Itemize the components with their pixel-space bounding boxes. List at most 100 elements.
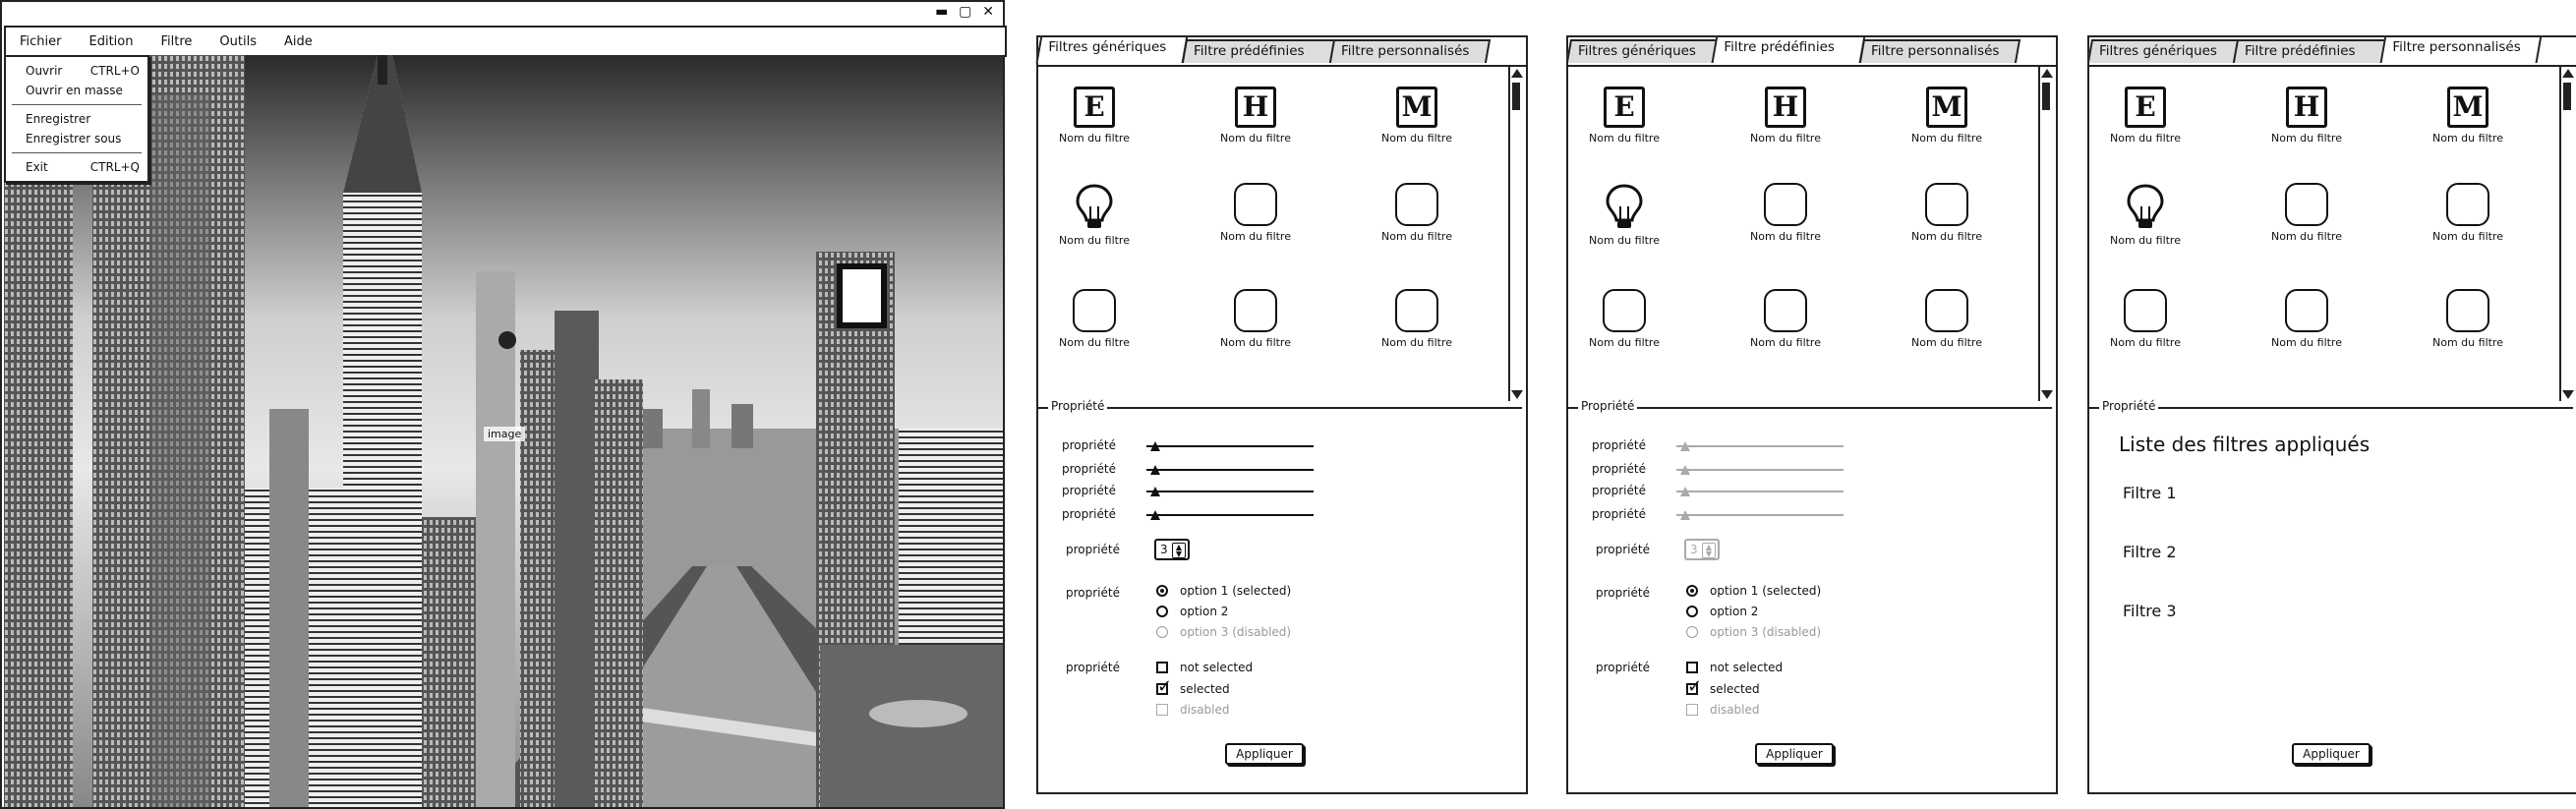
radio-option[interactable]: option 2 [1156, 605, 1228, 618]
filter-tile[interactable]: Nom du filtre [2091, 289, 2199, 349]
property-slider[interactable] [1676, 508, 1844, 522]
menu-exit[interactable]: Exit CTRL+Q [6, 157, 147, 177]
slider-knob[interactable] [1680, 487, 1690, 496]
slider-knob[interactable] [1680, 441, 1690, 451]
filter-tile[interactable]: Nom du filtre [1893, 183, 2001, 243]
tab-1[interactable]: Filtre prédéfinies [2232, 39, 2387, 63]
property-slider[interactable] [1146, 485, 1314, 498]
property-slider[interactable] [1146, 439, 1314, 453]
menu-edition[interactable]: Edition [76, 34, 147, 49]
filter-tile[interactable]: Nom du filtre [2414, 183, 2522, 243]
menu-open-batch[interactable]: Ouvrir en masse [6, 81, 147, 100]
slider-knob[interactable] [1680, 465, 1690, 475]
filter-scrollbar[interactable] [1508, 65, 1526, 401]
numeric-stepper[interactable]: 3 ▲ ▼ [1684, 539, 1720, 560]
scroll-up-arrow-icon[interactable] [2562, 69, 2574, 78]
filter-tile[interactable]: Nom du filtre [2253, 289, 2361, 349]
scroll-down-arrow-icon[interactable] [2041, 390, 2053, 399]
scroll-up-arrow-icon[interactable] [2041, 69, 2053, 78]
radio-button[interactable] [1686, 606, 1698, 617]
radio-button[interactable] [1156, 606, 1168, 617]
filter-scrollbar[interactable] [2559, 65, 2576, 401]
property-slider[interactable] [1676, 463, 1844, 477]
scroll-down-arrow-icon[interactable] [2562, 390, 2574, 399]
checkbox-option[interactable]: not selected [1686, 661, 1783, 674]
radio-option[interactable]: option 1 (selected) [1686, 584, 1821, 598]
checkbox-option[interactable]: selected [1156, 676, 1230, 697]
apply-button[interactable]: Appliquer [1225, 743, 1304, 765]
slider-knob[interactable] [1150, 441, 1160, 451]
stepper-arrows-icon[interactable]: ▲ ▼ [1702, 543, 1716, 558]
scroll-up-arrow-icon[interactable] [1511, 69, 1523, 78]
menu-aide[interactable]: Aide [270, 34, 326, 49]
property-slider[interactable] [1676, 485, 1844, 498]
slider-knob[interactable] [1150, 510, 1160, 520]
filter-tile[interactable]: Nom du filtre [2091, 183, 2199, 247]
radio-option[interactable]: option 1 (selected) [1156, 584, 1291, 598]
image-canvas[interactable]: image [4, 55, 1003, 807]
filter-tile[interactable]: Nom du filtre [1201, 289, 1310, 349]
menu-fichier[interactable]: Fichier [6, 34, 76, 49]
filter-tile[interactable]: Nom du filtre [1731, 289, 1840, 349]
checkbox-option[interactable]: not selected [1156, 661, 1253, 674]
filter-tile[interactable]: Nom du filtre [1363, 289, 1471, 349]
checkbox[interactable] [1686, 676, 1702, 697]
menu-outils[interactable]: Outils [205, 34, 270, 49]
tab-0[interactable]: Filtres génériques [1565, 39, 1719, 63]
filter-tile[interactable]: Nom du filtre [2253, 183, 2361, 243]
scroll-thumb[interactable] [2042, 83, 2050, 110]
filter-tile[interactable]: Nom du filtre [1570, 289, 1678, 349]
property-slider[interactable] [1146, 508, 1314, 522]
radio-option[interactable]: option 2 [1686, 605, 1758, 618]
tab-0[interactable]: Filtres génériques [1035, 35, 1189, 63]
property-slider[interactable] [1676, 439, 1844, 453]
apply-button[interactable]: Appliquer [2292, 743, 2371, 765]
scroll-thumb[interactable] [2563, 83, 2571, 110]
filter-tile[interactable]: Nom du filtre [1893, 289, 2001, 349]
checkbox[interactable] [1156, 662, 1168, 673]
filter-tile[interactable]: Nom du filtre [2414, 289, 2522, 349]
numeric-stepper[interactable]: 3 ▲ ▼ [1154, 539, 1190, 560]
menu-save[interactable]: Enregistrer [6, 109, 147, 129]
stepper-arrows-icon[interactable]: ▲ ▼ [1172, 543, 1186, 558]
radio-button[interactable] [1686, 585, 1698, 597]
filter-tile[interactable]: Nom du filtre [1731, 183, 1840, 243]
checkbox[interactable] [1686, 662, 1698, 673]
filter-tile[interactable]: Nom du filtre [1040, 183, 1148, 247]
tab-2[interactable]: Filtre personnalisés [1858, 39, 2021, 63]
filter-tile[interactable]: E Nom du filtre [1040, 87, 1148, 144]
slider-knob[interactable] [1150, 487, 1160, 496]
filter-tile[interactable]: Nom du filtre [1040, 289, 1148, 349]
tab-1[interactable]: Filtre prédéfinies [1181, 39, 1336, 63]
menu-save-as[interactable]: Enregistrer sous [6, 129, 147, 148]
filter-tile[interactable]: M Nom du filtre [1363, 87, 1471, 144]
filter-tile[interactable]: E Nom du filtre [1570, 87, 1678, 144]
apply-button[interactable]: Appliquer [1755, 743, 1834, 765]
filter-tile[interactable]: E Nom du filtre [2091, 87, 2199, 144]
checkbox[interactable] [1156, 676, 1172, 697]
applied-filter-item[interactable]: Filtre 1 [2123, 484, 2177, 502]
applied-filter-item[interactable]: Filtre 3 [2123, 602, 2177, 620]
filter-tile[interactable]: M Nom du filtre [1893, 87, 2001, 144]
filter-scrollbar[interactable] [2038, 65, 2056, 401]
tab-2[interactable]: Filtre personnalisés [2379, 35, 2543, 63]
property-slider[interactable] [1146, 463, 1314, 477]
filter-tile[interactable]: H Nom du filtre [2253, 87, 2361, 144]
slider-knob[interactable] [1150, 465, 1160, 475]
filter-tile[interactable]: Nom du filtre [1570, 183, 1678, 247]
filter-tile[interactable]: Nom du filtre [1363, 183, 1471, 243]
scroll-down-arrow-icon[interactable] [1511, 390, 1523, 399]
filter-tile[interactable]: H Nom du filtre [1201, 87, 1310, 144]
window-controls[interactable]: ▬ ▢ ✕ [935, 4, 997, 20]
menu-filtre[interactable]: Filtre [146, 34, 205, 49]
tab-0[interactable]: Filtres génériques [2086, 39, 2240, 63]
radio-button[interactable] [1156, 585, 1168, 597]
tab-2[interactable]: Filtre personnalisés [1328, 39, 1492, 63]
tab-1[interactable]: Filtre prédéfinies [1711, 35, 1866, 63]
scroll-thumb[interactable] [1512, 83, 1520, 110]
menu-open[interactable]: Ouvrir CTRL+O [6, 61, 147, 81]
filter-tile[interactable]: H Nom du filtre [1731, 87, 1840, 144]
applied-filter-item[interactable]: Filtre 2 [2123, 543, 2177, 561]
filter-tile[interactable]: Nom du filtre [1201, 183, 1310, 243]
filter-tile[interactable]: M Nom du filtre [2414, 87, 2522, 144]
